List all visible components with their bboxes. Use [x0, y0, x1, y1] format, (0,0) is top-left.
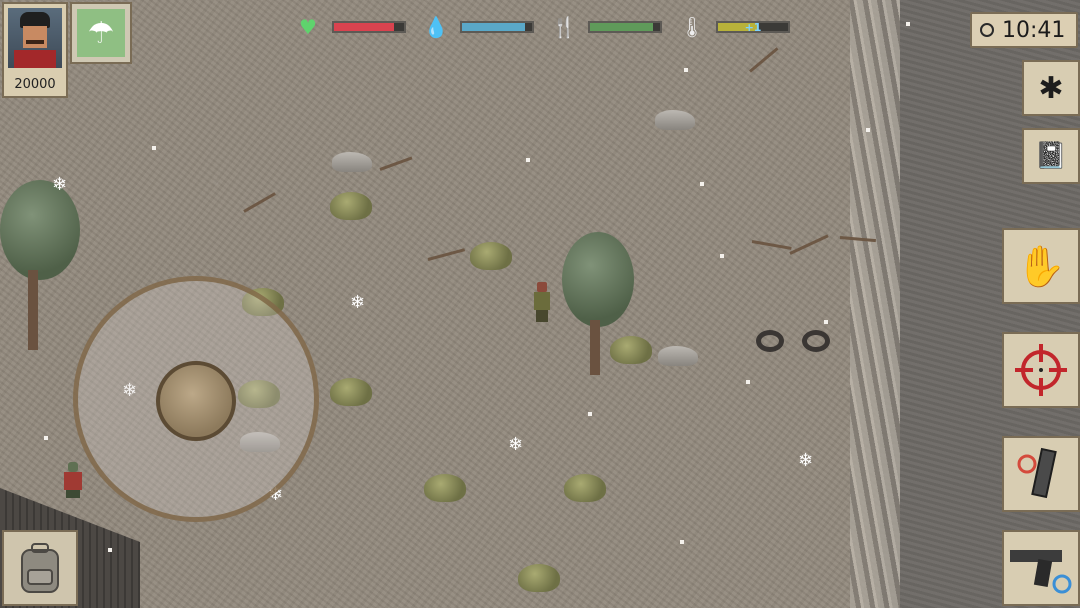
snowflake: ❄	[350, 292, 366, 313]
branch[interactable]	[427, 248, 466, 261]
branch[interactable]	[789, 234, 829, 255]
hand-icon: ✋	[1016, 243, 1066, 290]
branch[interactable]	[749, 47, 779, 73]
snow-particle	[906, 22, 910, 26]
gear-icon: ✱	[1038, 70, 1064, 106]
bush[interactable]	[330, 378, 372, 406]
thermometer-icon: 🌡	[679, 15, 705, 39]
reload-button[interactable]	[1002, 436, 1080, 512]
road-gravel-edge	[850, 0, 900, 608]
tree[interactable]	[0, 180, 80, 355]
thirst-bar-fill	[462, 23, 525, 31]
parachute-icon: ☂	[87, 15, 115, 51]
snow-particle	[108, 548, 112, 552]
snow-particle	[152, 146, 156, 150]
airdrop-button[interactable]: ☂	[70, 2, 132, 64]
rock[interactable]	[332, 152, 372, 172]
bush[interactable]	[518, 564, 560, 592]
branch[interactable]	[751, 240, 792, 250]
money-counter: 20000	[14, 77, 56, 92]
bush[interactable]	[330, 192, 372, 220]
clock-time: 10:41	[1002, 18, 1066, 43]
clock-icon	[980, 23, 994, 37]
snow-particle	[44, 436, 48, 440]
crosshair-icon	[1015, 344, 1067, 396]
bush[interactable]	[564, 474, 606, 502]
reload-magazine-icon	[1017, 447, 1057, 499]
journal-button[interactable]: 📓	[1022, 128, 1080, 184]
joystick-thumb[interactable]	[156, 361, 236, 441]
snow-particle	[824, 320, 828, 324]
weapon-button[interactable]	[1002, 530, 1080, 606]
snow-particle	[680, 540, 684, 544]
bush[interactable]	[424, 474, 466, 502]
hunger-bar-fill	[590, 23, 653, 31]
snow-particle	[588, 412, 592, 416]
snow-particle	[720, 254, 724, 258]
heart-icon: ♥	[299, 15, 317, 39]
player-character	[531, 282, 553, 322]
temperature-badge: +1	[744, 21, 762, 34]
aim-button[interactable]	[1002, 332, 1080, 408]
game-clock: 10:41	[970, 12, 1078, 48]
health-bar-fill	[334, 23, 394, 31]
inventory-button[interactable]	[2, 530, 78, 606]
snowflake: ❄	[798, 450, 814, 471]
snow-particle	[526, 158, 530, 162]
settings-button[interactable]: ✱	[1022, 60, 1080, 116]
branch[interactable]	[379, 156, 413, 171]
snow-particle	[684, 68, 688, 72]
interact-button[interactable]: ✋	[1002, 228, 1080, 304]
zombie-enemy[interactable]	[60, 462, 86, 498]
player-portrait[interactable]: 20000	[2, 2, 68, 98]
snow-particle	[700, 182, 704, 186]
snowflake: ❄	[508, 434, 524, 455]
tire[interactable]	[756, 330, 784, 352]
snow-particle	[866, 128, 870, 132]
rock[interactable]	[658, 346, 698, 366]
snowflake: ❄	[52, 174, 68, 195]
notebook-icon: 📓	[1034, 141, 1068, 171]
pistol-icon	[1010, 550, 1072, 594]
rock[interactable]	[655, 110, 695, 130]
fork-knife-icon: 🍴	[551, 15, 577, 39]
tire[interactable]	[802, 330, 830, 352]
bush[interactable]	[470, 242, 512, 270]
branch[interactable]	[243, 192, 276, 213]
bush[interactable]	[610, 336, 652, 364]
snow-particle	[746, 380, 750, 384]
backpack-icon	[21, 543, 59, 593]
water-drop-icon: 💧	[423, 15, 449, 39]
